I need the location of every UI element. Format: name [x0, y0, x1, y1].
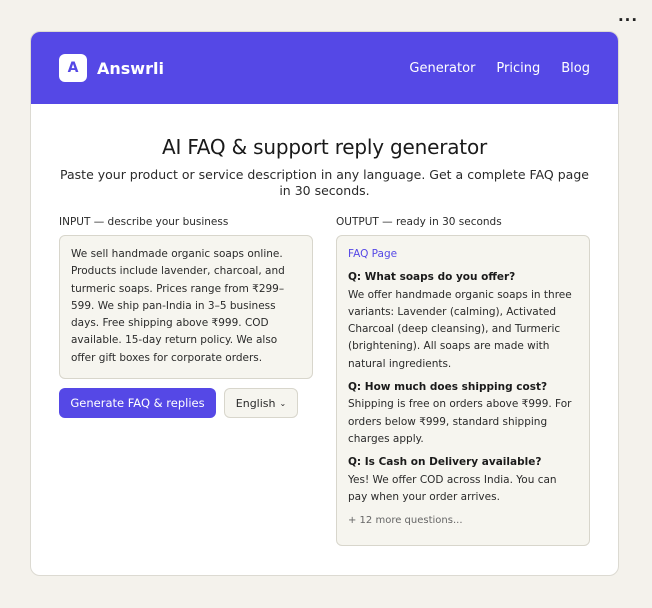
generate-faq-button[interactable]: Generate FAQ & replies: [59, 388, 216, 418]
ellipsis-icon: ···: [617, 11, 639, 29]
input-column: INPUT — describe your business We sell h…: [59, 216, 313, 546]
nav-pricing-link[interactable]: Pricing: [496, 61, 540, 76]
page-subtitle: Paste your product or service descriptio…: [60, 167, 589, 198]
nav-blog-link[interactable]: Blog: [561, 61, 590, 76]
faq-item: Q: How much does shipping cost? Shipping…: [348, 379, 578, 448]
main-nav: Generator Pricing Blog: [409, 61, 590, 76]
output-label: OUTPUT — ready in 30 seconds: [336, 216, 502, 228]
page-title: AI FAQ & support reply generator: [161, 135, 488, 159]
faq-output-panel: FAQ Page Q: What soaps do you offer? We …: [336, 235, 590, 546]
language-select[interactable]: English ⌄: [224, 388, 298, 418]
faq-item: Q: What soaps do you offer? We offer han…: [348, 269, 578, 373]
faq-question: Q: What soaps do you offer?: [348, 271, 516, 284]
output-column: OUTPUT — ready in 30 seconds FAQ Page Q:…: [336, 216, 590, 546]
input-controls: Generate FAQ & replies English ⌄: [59, 388, 313, 418]
brand-name[interactable]: Answrli: [97, 59, 164, 78]
faq-answer: Shipping is free on orders above ₹999. F…: [348, 398, 572, 445]
logo-icon[interactable]: A: [59, 54, 87, 82]
logo-letter: A: [67, 60, 79, 76]
chevron-down-icon: ⌄: [279, 398, 287, 408]
nav-generator-link[interactable]: Generator: [409, 61, 475, 76]
business-description-input[interactable]: We sell handmade organic soaps online. P…: [59, 235, 313, 379]
more-options-button[interactable]: ···: [615, 9, 641, 31]
more-questions-note: + 12 more questions...: [348, 515, 463, 527]
faq-answer: We offer handmade organic soaps in three…: [348, 288, 572, 370]
language-value: English: [235, 396, 276, 410]
input-label: INPUT — describe your business: [59, 216, 229, 228]
faq-question: Q: How much does shipping cost?: [348, 381, 548, 394]
faq-heading: FAQ Page: [348, 248, 398, 260]
faq-answer: Yes! We offer COD across India. You can …: [348, 473, 557, 503]
main-card: A Answrli Generator Pricing Blog AI FAQ …: [30, 31, 619, 576]
faq-question: Q: Is Cash on Delivery available?: [348, 456, 542, 469]
site-header: A Answrli Generator Pricing Blog: [31, 32, 618, 104]
faq-item: Q: Is Cash on Delivery available? Yes! W…: [348, 454, 578, 506]
demo-columns: INPUT — describe your business We sell h…: [59, 216, 590, 546]
